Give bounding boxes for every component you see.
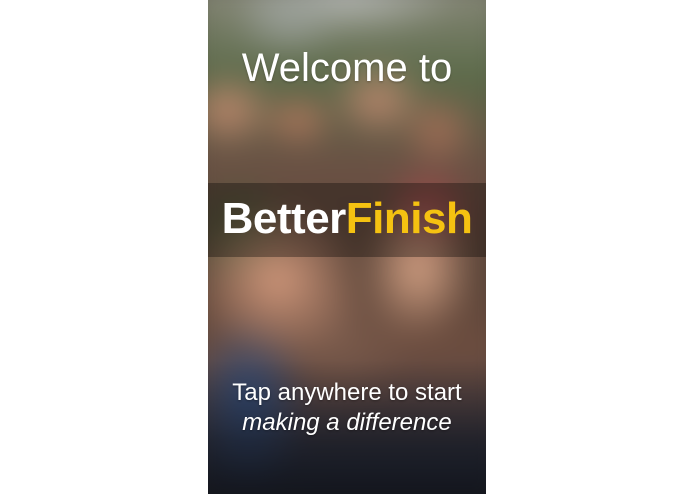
tagline-line-2: making a difference [242, 409, 452, 436]
brand-logo-text: BetterFinish [208, 190, 486, 248]
splash-screen-tap-area[interactable]: Welcome to BetterFinish Tap anywhere to … [208, 0, 486, 494]
page: Welcome to BetterFinish Tap anywhere to … [0, 0, 695, 494]
welcome-heading: Welcome to [241, 46, 453, 90]
brand-part-better: Better [221, 194, 347, 243]
tagline-line-1: Tap anywhere to start [232, 379, 462, 406]
tap-to-start-prompt: Tap anywhere to start making a differenc… [208, 378, 486, 438]
brand-part-finish: Finish [345, 194, 473, 243]
